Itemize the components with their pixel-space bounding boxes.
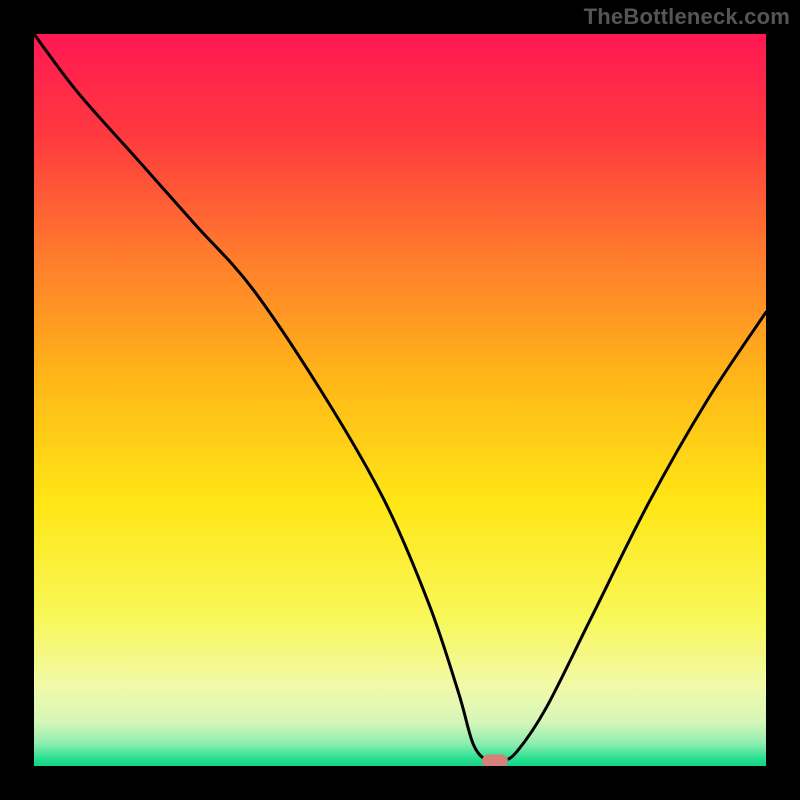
watermark-label: TheBottleneck.com — [584, 4, 790, 30]
curve-line — [34, 34, 766, 766]
chart-frame: TheBottleneck.com — [0, 0, 800, 800]
selected-marker — [482, 754, 508, 766]
plot-area — [34, 34, 766, 766]
